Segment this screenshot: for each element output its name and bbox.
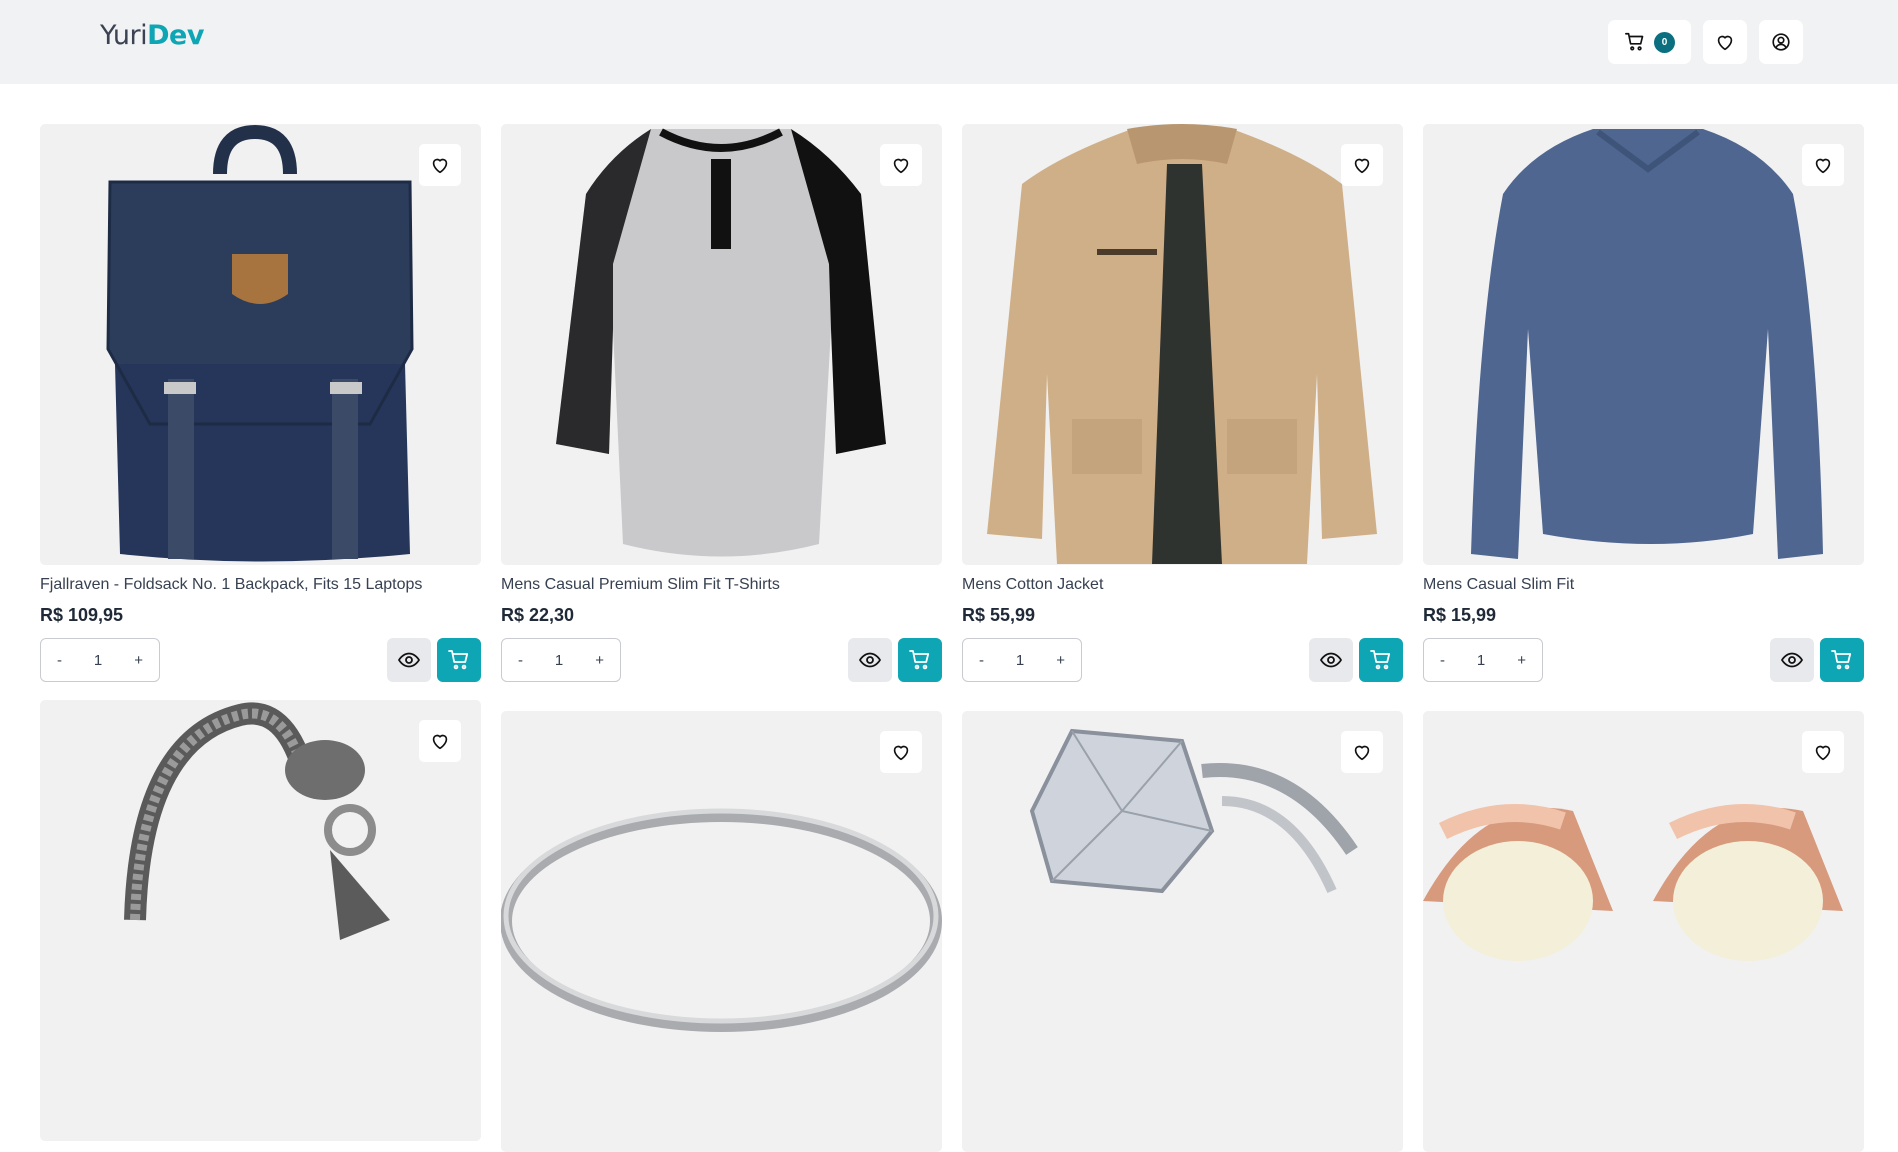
heart-icon xyxy=(432,158,448,174)
favorite-button[interactable] xyxy=(880,731,922,773)
product-price: R$ 22,30 xyxy=(501,605,575,625)
cart-button[interactable]: 0 xyxy=(1608,20,1691,64)
cart-icon xyxy=(448,650,469,670)
product-image[interactable] xyxy=(501,711,942,1152)
wishlist-button[interactable] xyxy=(1703,20,1747,64)
tshirt-image xyxy=(556,128,886,557)
decrement-button[interactable]: - xyxy=(518,652,523,669)
quantity-stepper: - 1 + xyxy=(40,638,160,682)
backpack-image xyxy=(106,124,414,562)
logo-text-dev: Dev xyxy=(147,20,204,51)
heart-icon xyxy=(1815,158,1831,174)
product-image[interactable] xyxy=(40,124,481,565)
product-title[interactable]: Fjallraven - Foldsack No. 1 Backpack, Fi… xyxy=(40,576,422,594)
increment-button[interactable]: + xyxy=(1517,652,1526,669)
favorite-button[interactable] xyxy=(880,144,922,186)
quantity-value: 1 xyxy=(554,651,564,669)
heart-icon xyxy=(1354,158,1370,174)
view-button[interactable] xyxy=(848,638,892,682)
product-title[interactable]: Mens Cotton Jacket xyxy=(962,576,1103,594)
quantity-value: 1 xyxy=(1476,651,1486,669)
logo-text-yuri: Yuri xyxy=(100,20,148,51)
product-image[interactable] xyxy=(962,711,1403,1152)
cart-icon xyxy=(1370,650,1391,670)
cart-count-badge: 0 xyxy=(1654,31,1675,53)
product-image[interactable] xyxy=(40,700,481,1141)
quantity-value: 1 xyxy=(1015,651,1025,669)
product-image[interactable] xyxy=(501,124,942,565)
heart-icon xyxy=(432,734,448,750)
header: YuriDev 0 xyxy=(0,0,1898,84)
quantity-stepper: - 1 + xyxy=(1423,638,1543,682)
cart-icon xyxy=(909,650,930,670)
product-title[interactable]: Mens Casual Slim Fit xyxy=(1423,576,1574,594)
favorite-button[interactable] xyxy=(1802,731,1844,773)
add-to-cart-button[interactable] xyxy=(1359,638,1403,682)
view-button[interactable] xyxy=(1770,638,1814,682)
decrement-button[interactable]: - xyxy=(57,652,62,669)
cart-icon xyxy=(1831,650,1852,670)
heart-icon xyxy=(1717,35,1733,51)
product-title[interactable]: Mens Casual Premium Slim Fit T-Shirts xyxy=(501,576,780,594)
increment-button[interactable]: + xyxy=(1056,652,1065,669)
increment-button[interactable]: + xyxy=(595,652,604,669)
product-image[interactable] xyxy=(1423,711,1864,1152)
heart-icon xyxy=(1354,745,1370,761)
bracelet-image xyxy=(124,702,390,940)
product-price: R$ 109,95 xyxy=(40,605,124,625)
view-button[interactable] xyxy=(1309,638,1353,682)
longsleeve-image xyxy=(1471,129,1823,559)
ear-gauges-image xyxy=(1423,804,1843,961)
quantity-value: 1 xyxy=(93,651,103,669)
product-price: R$ 15,99 xyxy=(1423,605,1497,625)
favorite-button[interactable] xyxy=(1341,731,1383,773)
increment-button[interactable]: + xyxy=(134,652,143,669)
quantity-stepper: - 1 + xyxy=(501,638,621,682)
favorite-button[interactable] xyxy=(419,720,461,762)
eye-icon xyxy=(397,652,421,668)
diamond-ring-image xyxy=(1029,728,1358,894)
add-to-cart-button[interactable] xyxy=(898,638,942,682)
eye-icon xyxy=(1780,652,1804,668)
eye-icon xyxy=(858,652,882,668)
logo[interactable]: YuriDev xyxy=(100,20,204,51)
account-button[interactable] xyxy=(1759,20,1803,64)
heart-icon xyxy=(1815,745,1831,761)
add-to-cart-button[interactable] xyxy=(1820,638,1864,682)
quantity-stepper: - 1 + xyxy=(962,638,1082,682)
favorite-button[interactable] xyxy=(1802,144,1844,186)
decrement-button[interactable]: - xyxy=(979,652,984,669)
user-circle-icon xyxy=(1772,33,1790,51)
view-button[interactable] xyxy=(387,638,431,682)
heart-icon xyxy=(893,745,909,761)
heart-icon xyxy=(893,158,909,174)
decrement-button[interactable]: - xyxy=(1440,652,1445,669)
product-price: R$ 55,99 xyxy=(962,605,1036,625)
favorite-button[interactable] xyxy=(419,144,461,186)
favorite-button[interactable] xyxy=(1341,144,1383,186)
jacket-image xyxy=(987,124,1377,564)
product-image[interactable] xyxy=(1423,124,1864,565)
cart-icon xyxy=(1625,32,1644,51)
add-to-cart-button[interactable] xyxy=(437,638,481,682)
eye-icon xyxy=(1319,652,1343,668)
ring-image xyxy=(501,808,942,1032)
product-image[interactable] xyxy=(962,124,1403,565)
